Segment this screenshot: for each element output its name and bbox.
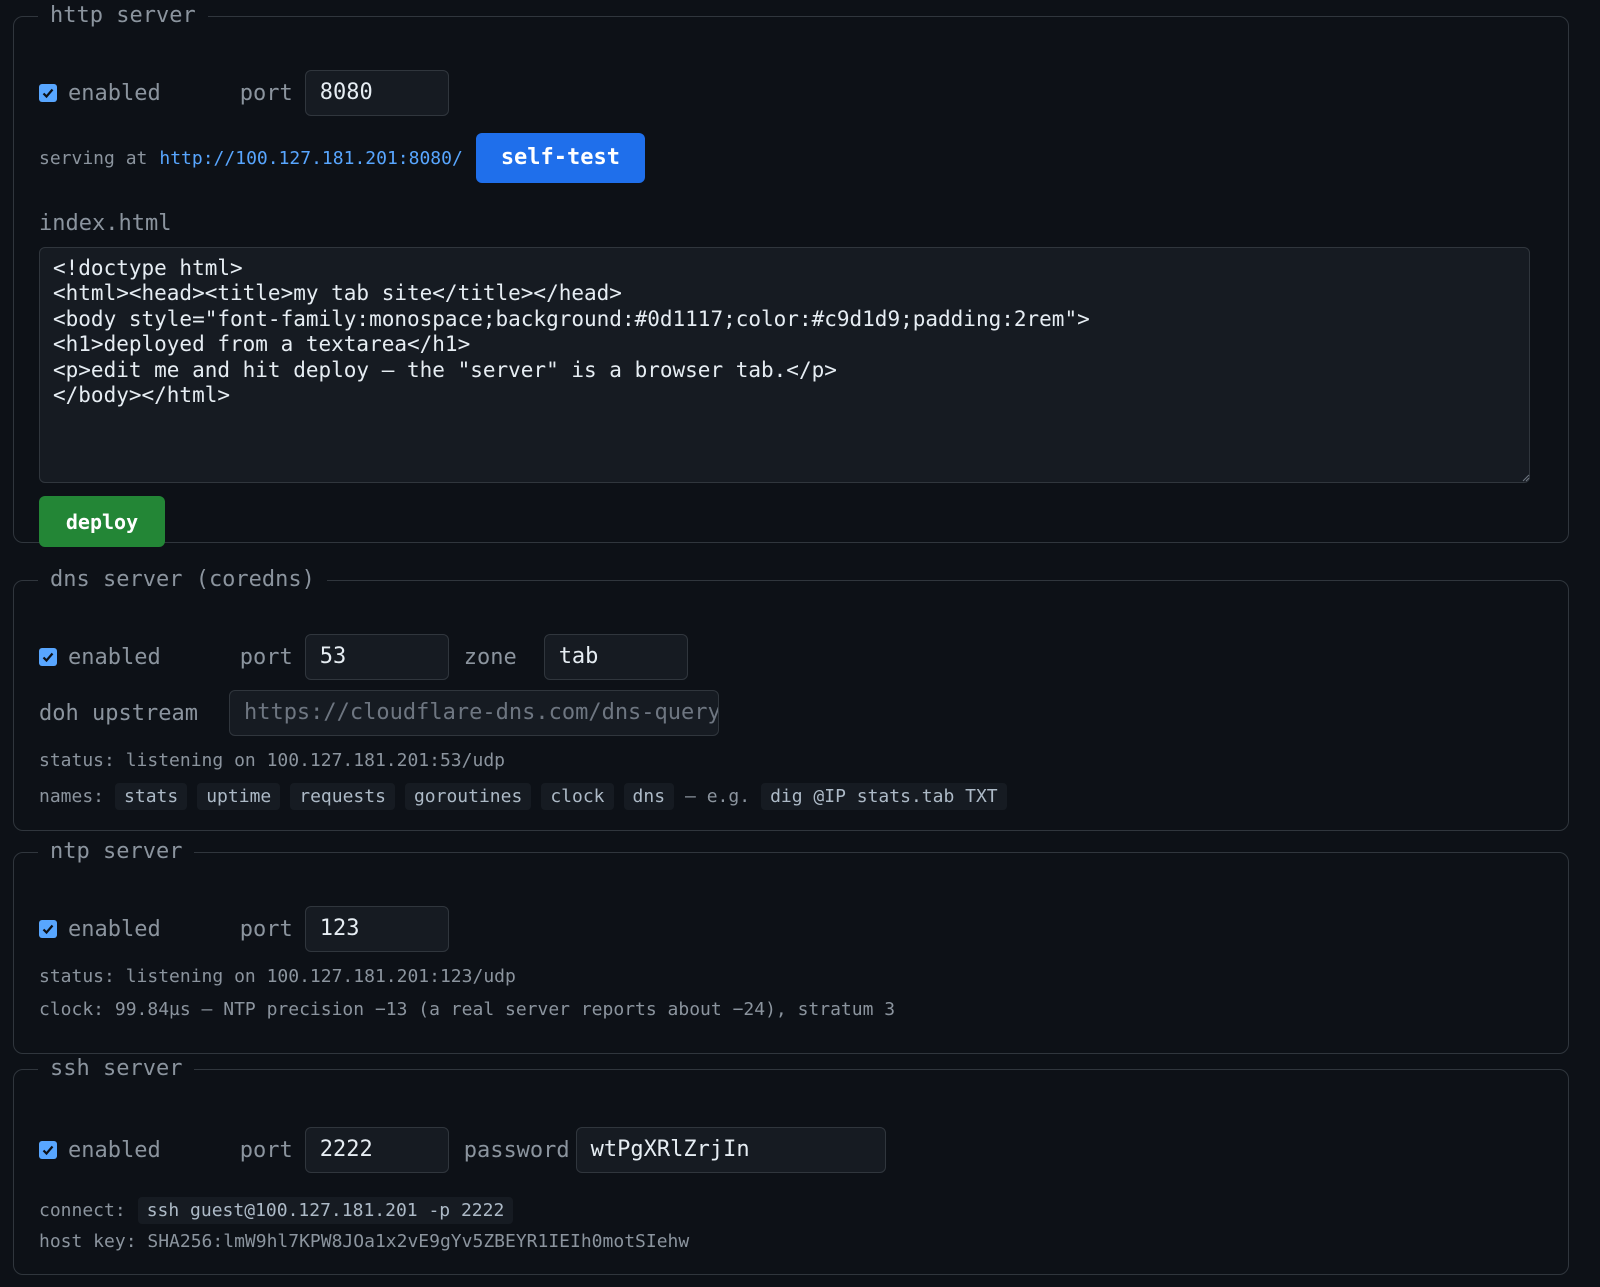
dns-server-legend: dns server (coredns) bbox=[50, 567, 315, 592]
doh-upstream-label: doh upstream bbox=[39, 700, 198, 726]
ssh-enabled-checkbox[interactable] bbox=[39, 1141, 57, 1159]
dns-enabled-checkbox[interactable] bbox=[39, 648, 57, 666]
ssh-host-key-text: host key: SHA256:lmW9hl7KPW8JOa1x2vE9gYv… bbox=[39, 1231, 690, 1252]
doh-upstream-input[interactable]: https://cloudflare-dns.com/dns-query bbox=[228, 690, 719, 736]
ntp-server-section: ntp server enabled port 123 status: list… bbox=[13, 838, 1569, 1054]
checkmark-icon bbox=[42, 652, 54, 663]
dns-zone-input[interactable]: tab bbox=[543, 634, 688, 680]
http-port-input[interactable]: 8080 bbox=[304, 70, 449, 116]
eg-text: — e.g. bbox=[685, 785, 751, 807]
checkmark-icon bbox=[42, 924, 54, 935]
dns-zone-label: zone bbox=[463, 644, 517, 670]
dns-name-chip: goroutines bbox=[404, 782, 532, 810]
ssh-server-legend: ssh server bbox=[50, 1056, 183, 1081]
checkmark-icon bbox=[42, 1145, 54, 1156]
checkmark-icon bbox=[42, 88, 54, 99]
self-test-button[interactable]: self-test bbox=[475, 133, 646, 183]
ssh-connect-label: connect: bbox=[39, 1199, 126, 1221]
dns-server-section: dns server (coredns) enabled port 53 zon… bbox=[13, 566, 1569, 831]
ntp-port-label: port bbox=[239, 916, 293, 942]
dns-name-chip: clock bbox=[541, 782, 614, 810]
dns-names-label: names: bbox=[39, 785, 105, 807]
deploy-button[interactable]: deploy bbox=[39, 496, 165, 547]
index-html-label: index.html bbox=[39, 211, 172, 236]
dns-name-chip: stats bbox=[115, 782, 188, 810]
http-port-label: port bbox=[239, 80, 293, 106]
ssh-enabled-label: enabled bbox=[68, 1137, 161, 1163]
ssh-port-input[interactable]: 2222 bbox=[304, 1127, 449, 1173]
ntp-enabled-checkbox[interactable] bbox=[39, 920, 57, 938]
index-html-editor[interactable]: <!doctype html> <html><head><title>my ta… bbox=[39, 247, 1530, 483]
dns-port-label: port bbox=[239, 644, 293, 670]
ssh-password-input[interactable]: wtPgXRlZrjIn bbox=[575, 1127, 886, 1173]
ssh-password-label: password bbox=[463, 1137, 570, 1163]
dns-name-chip: dns bbox=[623, 782, 675, 810]
dig-example-code: dig @IP stats.tab TXT bbox=[761, 782, 1007, 810]
dns-port-input[interactable]: 53 bbox=[304, 634, 449, 680]
dns-name-chip: uptime bbox=[197, 782, 281, 810]
resize-grip-icon[interactable] bbox=[1520, 472, 1530, 482]
serving-at-label: serving at bbox=[39, 147, 148, 169]
http-enabled-checkbox[interactable] bbox=[39, 84, 57, 102]
dns-enabled-label: enabled bbox=[68, 644, 161, 670]
ntp-status-text: status: listening on 100.127.181.201:123… bbox=[39, 966, 516, 987]
ntp-clock-text: clock: 99.84µs — NTP precision −13 (a re… bbox=[39, 999, 896, 1020]
dns-names-list: names: stats uptime requests goroutines … bbox=[39, 780, 1007, 812]
ntp-enabled-label: enabled bbox=[68, 916, 161, 942]
http-server-section: http server enabled port 8080 serving at… bbox=[13, 2, 1569, 547]
dns-name-chip: requests bbox=[290, 782, 395, 810]
ssh-connect-command: ssh guest@100.127.181.201 -p 2222 bbox=[137, 1196, 514, 1224]
ntp-server-legend: ntp server bbox=[50, 839, 183, 864]
http-enabled-label: enabled bbox=[68, 80, 161, 106]
dns-status-text: status: listening on 100.127.181.201:53/… bbox=[39, 750, 505, 771]
ntp-port-input[interactable]: 123 bbox=[304, 906, 449, 952]
serving-url-link[interactable]: http://100.127.181.201:8080/ bbox=[159, 148, 462, 169]
ssh-port-label: port bbox=[239, 1137, 293, 1163]
ssh-server-section: ssh server enabled port 2222 password wt… bbox=[13, 1055, 1569, 1275]
http-server-legend: http server bbox=[50, 3, 196, 28]
servers-panel: http server enabled port 8080 serving at… bbox=[0, 0, 1600, 1287]
